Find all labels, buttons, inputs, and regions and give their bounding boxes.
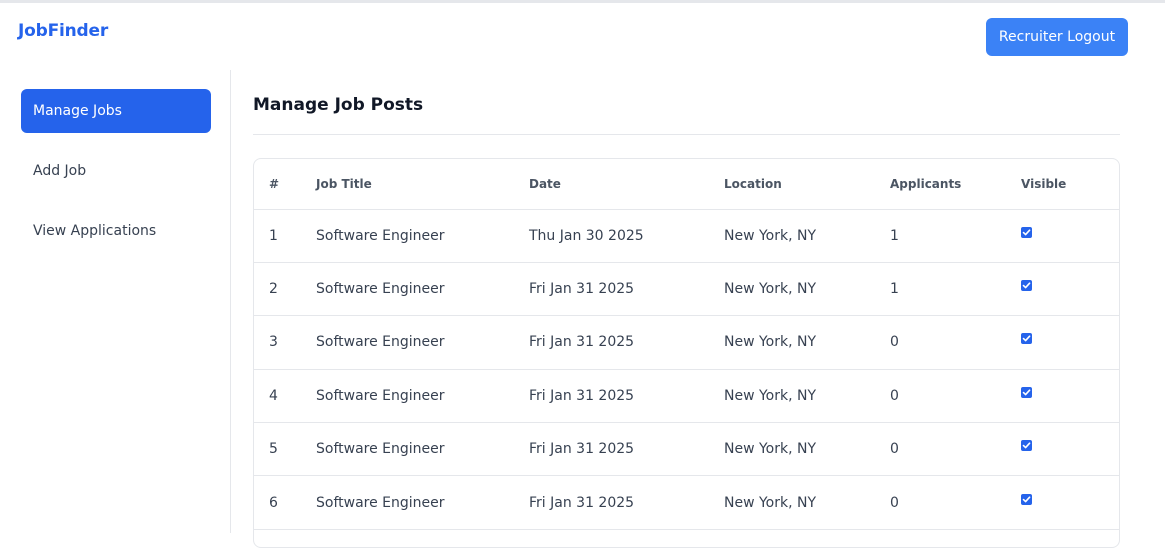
job-title-cell: Software Engineer xyxy=(316,209,529,263)
applicants-cell: 0 xyxy=(890,315,1021,370)
visible-cell xyxy=(1021,475,1119,530)
main-content: Manage Job Posts # Job Title Date Locati… xyxy=(253,70,1120,548)
visible-cell xyxy=(1021,369,1119,424)
job-title-cell: Software Engineer xyxy=(316,369,529,424)
sidebar-item-label: View Applications xyxy=(33,223,157,239)
app-logo[interactable]: JobFinder xyxy=(18,21,108,41)
check-icon xyxy=(1022,282,1031,289)
check-icon xyxy=(1022,229,1031,236)
job-title-cell: Software Engineer xyxy=(316,315,529,370)
applicants-cell: 0 xyxy=(890,369,1021,424)
sidebar-item-label: Manage Jobs xyxy=(33,103,122,119)
recruiter-logout-button[interactable]: Recruiter Logout xyxy=(986,18,1128,56)
location-cell: New York, NY xyxy=(724,262,890,317)
check-icon xyxy=(1022,442,1031,449)
row-number-cell: 5 xyxy=(254,422,316,477)
check-icon xyxy=(1022,389,1031,396)
location-cell: New York, NY xyxy=(724,422,890,477)
job-posts-table-card: # Job Title Date Location Applicants Vis… xyxy=(253,158,1120,548)
job-title-cell: Software Engineer xyxy=(316,475,529,530)
table-row: 3 Software Engineer Fri Jan 31 2025 New Yor… xyxy=(254,315,1119,370)
check-icon xyxy=(1022,496,1031,503)
date-cell: Fri Jan 31 2025 xyxy=(529,262,724,317)
location-cell: New York, NY xyxy=(724,315,890,370)
table-row: 6 Software Engineer Fri Jan 31 2025 New Yor… xyxy=(254,475,1119,530)
date-cell: Thu Jan 30 2025 xyxy=(529,209,724,263)
job-posts-table: # Job Title Date Location Applicants Vis… xyxy=(254,159,1119,530)
sidebar-item-view-applications[interactable]: View Applications xyxy=(21,209,211,253)
row-number-cell: 6 xyxy=(254,475,316,530)
column-header-date: Date xyxy=(529,159,724,210)
table-row: 5 Software Engineer Fri Jan 31 2025 New Yor… xyxy=(254,422,1119,477)
sidebar: Manage Jobs Add Job View Applications xyxy=(0,70,231,533)
column-header-number: # xyxy=(254,159,316,210)
applicants-cell: 1 xyxy=(890,262,1021,317)
title-divider xyxy=(253,134,1120,135)
column-header-job-title: Job Title xyxy=(316,159,529,210)
page-title: Manage Job Posts xyxy=(253,95,424,115)
sidebar-item-label: Add Job xyxy=(33,163,87,179)
table-row: 1 Software Engineer Thu Jan 30 2025 New Yor… xyxy=(254,209,1119,263)
row-number-cell: 3 xyxy=(254,315,316,370)
visible-checkbox[interactable] xyxy=(1021,386,1032,398)
visible-cell xyxy=(1021,209,1119,263)
job-title-cell: Software Engineer xyxy=(316,422,529,477)
applicants-cell: 0 xyxy=(890,475,1021,530)
column-header-visible: Visible xyxy=(1021,159,1119,210)
sidebar-item-manage-jobs[interactable]: Manage Jobs xyxy=(21,89,211,133)
location-cell: New York, NY xyxy=(724,369,890,424)
visible-cell xyxy=(1021,262,1119,317)
visible-checkbox[interactable] xyxy=(1021,493,1032,505)
applicants-cell: 0 xyxy=(890,422,1021,477)
visible-checkbox[interactable] xyxy=(1021,280,1032,292)
date-cell: Fri Jan 31 2025 xyxy=(529,422,724,477)
visible-checkbox[interactable] xyxy=(1021,440,1032,452)
visible-checkbox[interactable] xyxy=(1021,226,1032,238)
row-number-cell: 4 xyxy=(254,369,316,424)
visible-cell xyxy=(1021,422,1119,477)
table-header-row: # Job Title Date Location Applicants Vis… xyxy=(254,159,1119,210)
row-number-cell: 1 xyxy=(254,209,316,263)
sidebar-item-add-job[interactable]: Add Job xyxy=(21,149,211,193)
visible-cell xyxy=(1021,315,1119,370)
table-row: 2 Software Engineer Fri Jan 31 2025 New Yor… xyxy=(254,262,1119,317)
app-header: JobFinder Recruiter Logout xyxy=(0,3,1165,68)
row-number-cell: 2 xyxy=(254,262,316,317)
column-header-applicants: Applicants xyxy=(890,159,1021,210)
applicants-cell: 1 xyxy=(890,209,1021,263)
visible-checkbox[interactable] xyxy=(1021,333,1032,345)
column-header-location: Location xyxy=(724,159,890,210)
location-cell: New York, NY xyxy=(724,475,890,530)
date-cell: Fri Jan 31 2025 xyxy=(529,369,724,424)
date-cell: Fri Jan 31 2025 xyxy=(529,475,724,530)
date-cell: Fri Jan 31 2025 xyxy=(529,315,724,370)
table-row: 4 Software Engineer Fri Jan 31 2025 New Yor… xyxy=(254,369,1119,424)
check-icon xyxy=(1022,335,1031,342)
job-title-cell: Software Engineer xyxy=(316,262,529,317)
location-cell: New York, NY xyxy=(724,209,890,263)
